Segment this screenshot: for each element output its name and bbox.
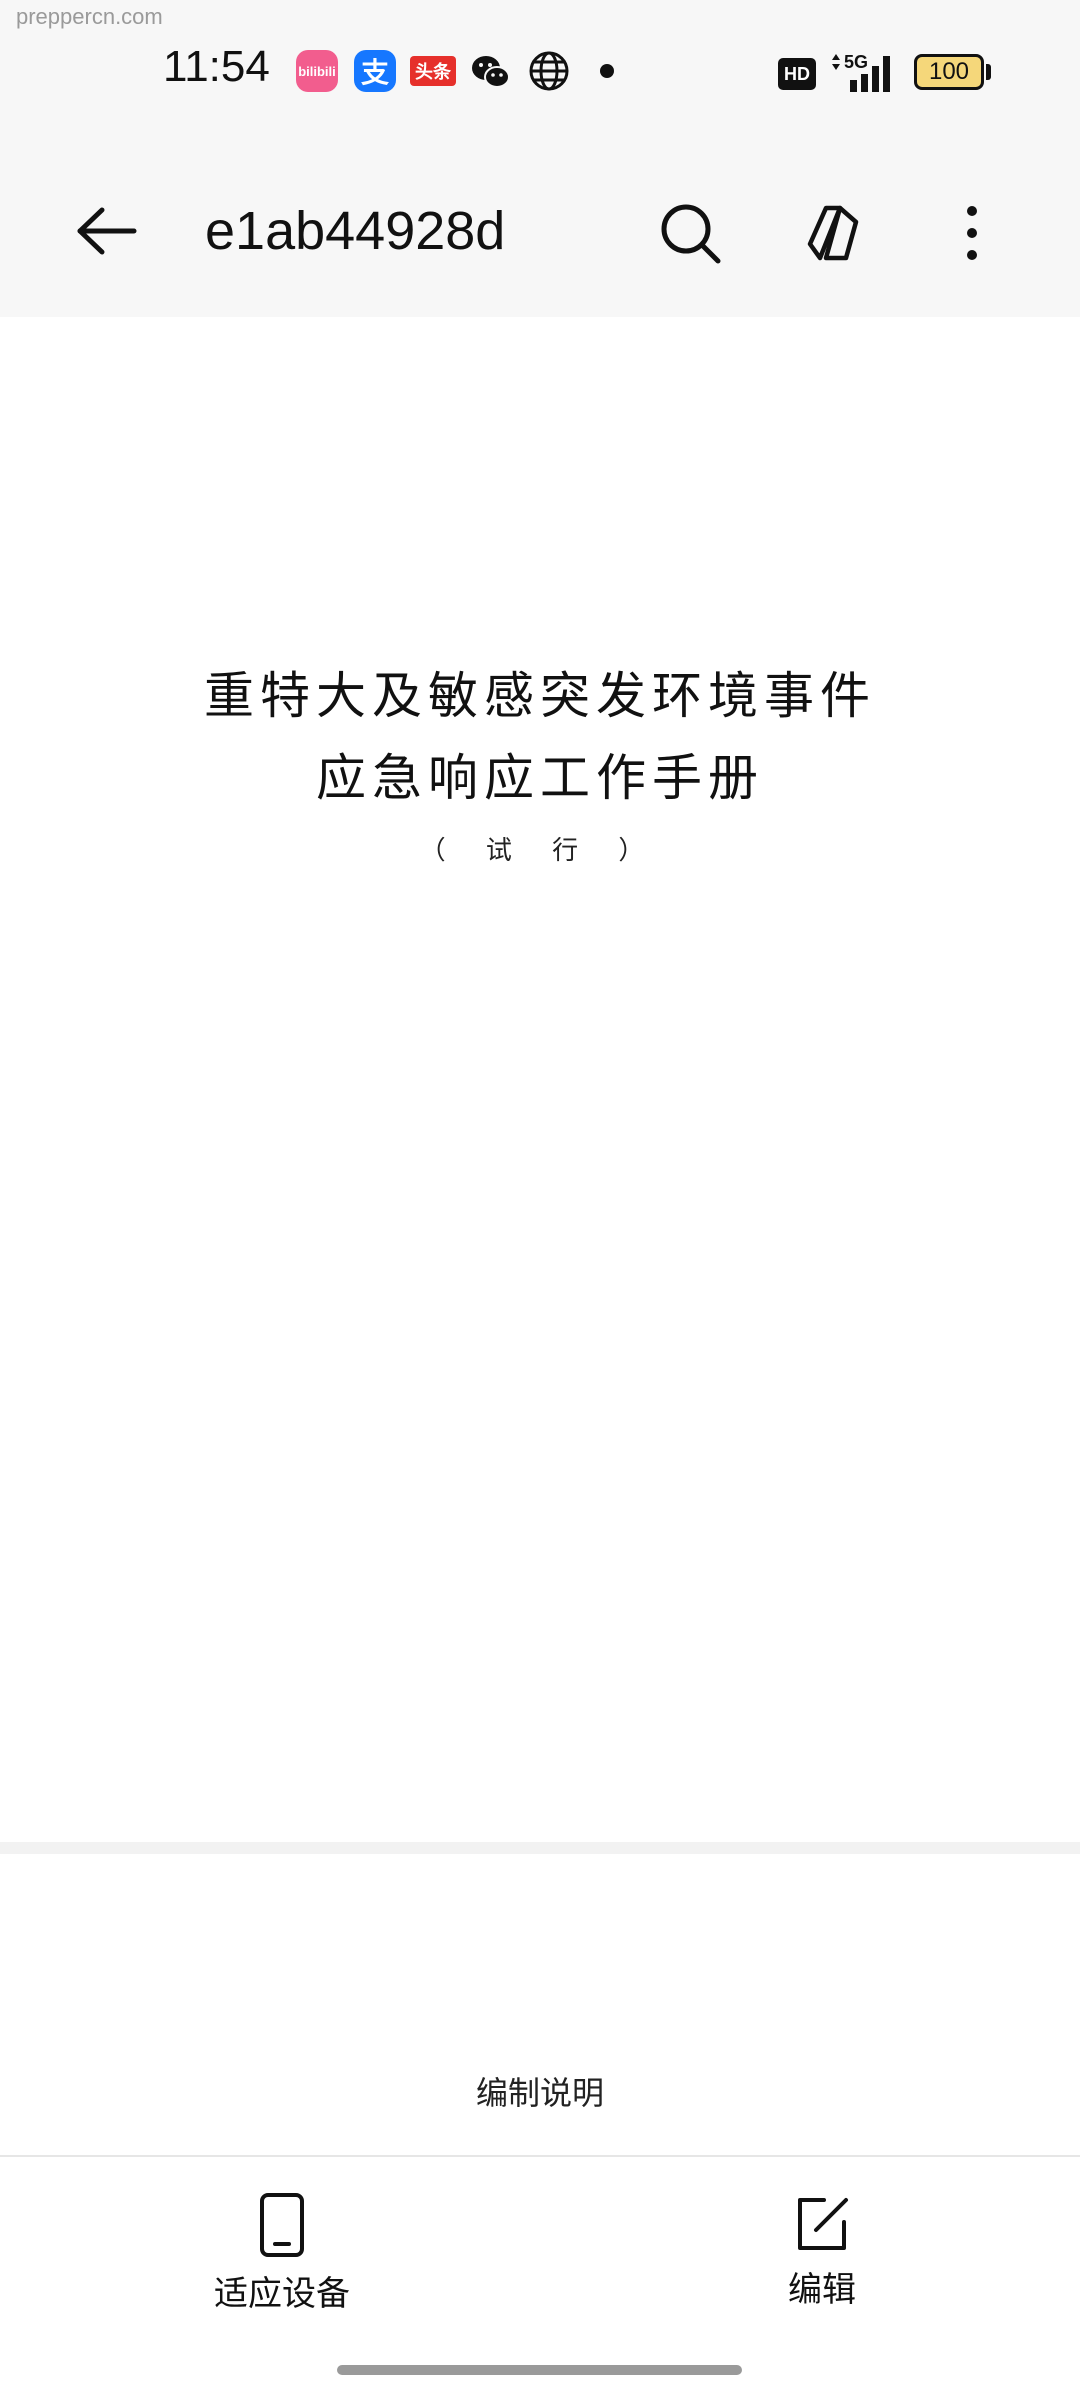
toutiao-icon: 头条 (410, 56, 456, 86)
signal-5g-icon: 5G (828, 48, 902, 98)
more-options-button[interactable] (932, 193, 1012, 273)
search-icon (661, 204, 721, 264)
edit-button[interactable]: 编辑 (712, 2192, 932, 2322)
fit-device-button[interactable]: 适应设备 (172, 2192, 392, 2322)
back-arrow-icon (77, 207, 137, 255)
phone-icon (260, 2193, 304, 2257)
battery-tip (986, 64, 991, 80)
svg-text:5G: 5G (844, 52, 868, 72)
document-heading-line2: 应急响应工作手册 (316, 749, 764, 807)
status-time: 11:54 (163, 42, 270, 91)
shape-icon (807, 205, 859, 261)
edit-label: 编辑 (788, 2270, 856, 2310)
home-indicator[interactable] (337, 2365, 742, 2375)
page-separator (0, 1842, 1080, 1854)
hd-badge: HD (778, 58, 816, 90)
notification-dot-icon (600, 64, 614, 78)
search-button[interactable] (650, 193, 730, 273)
globe-icon (528, 50, 570, 96)
fit-device-label: 适应设备 (214, 2274, 350, 2314)
watermark: preppercn.com (16, 4, 163, 29)
battery-indicator: 100 (914, 54, 984, 90)
document-title: e1ab44928d (205, 201, 506, 261)
section-heading: 编制说明 (475, 2074, 604, 2112)
document-subtitle: （ 试 行 ） (419, 836, 661, 866)
ai-assistant-button[interactable] (793, 193, 873, 273)
bilibili-icon: bilibili (296, 50, 338, 92)
alipay-icon: 支 (354, 50, 396, 92)
more-vertical-icon (967, 206, 977, 260)
top-area (0, 0, 1080, 317)
edit-icon (798, 2198, 848, 2250)
document-heading-line1: 重特大及敏感突发环境事件 (204, 667, 876, 725)
back-button[interactable] (66, 196, 146, 266)
wechat-icon (470, 52, 512, 96)
